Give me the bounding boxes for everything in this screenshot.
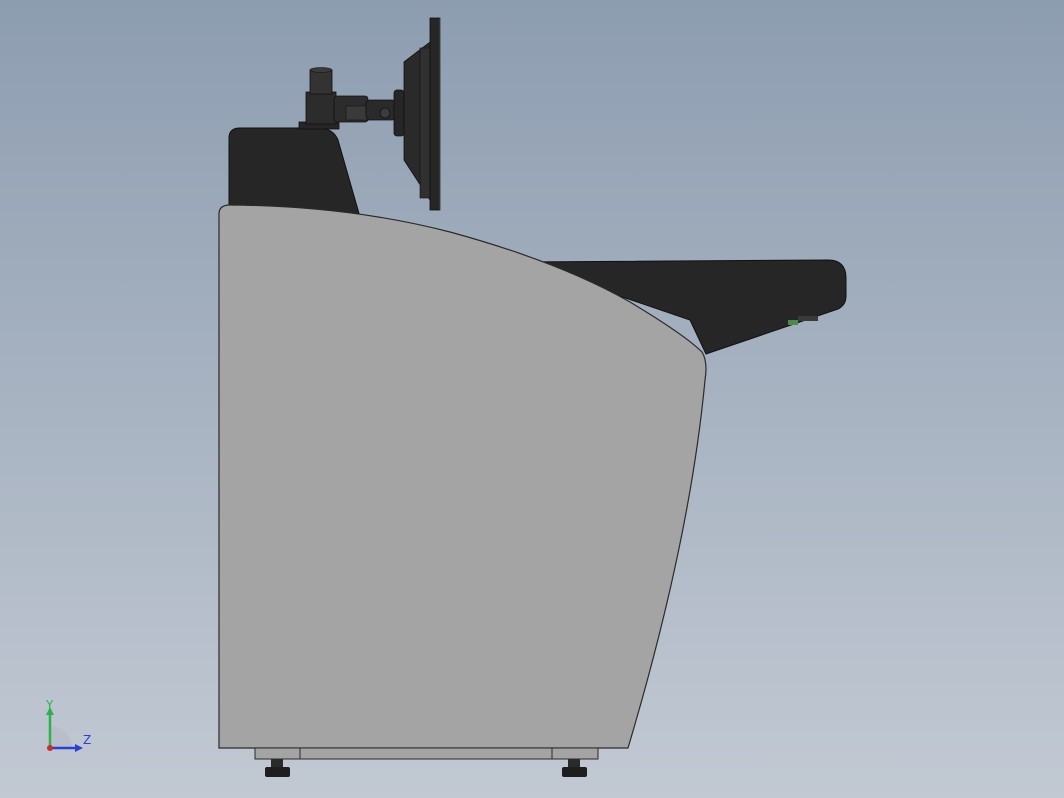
base-plinth [254, 747, 599, 760]
cad-viewport[interactable]: Y Z [0, 0, 1064, 798]
triad-y-label: Y [46, 698, 54, 712]
desk-indicator [788, 320, 798, 325]
x-axis-dot [47, 745, 53, 751]
model-scene[interactable] [0, 0, 1064, 798]
desk-bracket [798, 316, 818, 321]
orientation-triad: Y Z [38, 696, 98, 756]
triad-z-label: Z [83, 733, 92, 747]
